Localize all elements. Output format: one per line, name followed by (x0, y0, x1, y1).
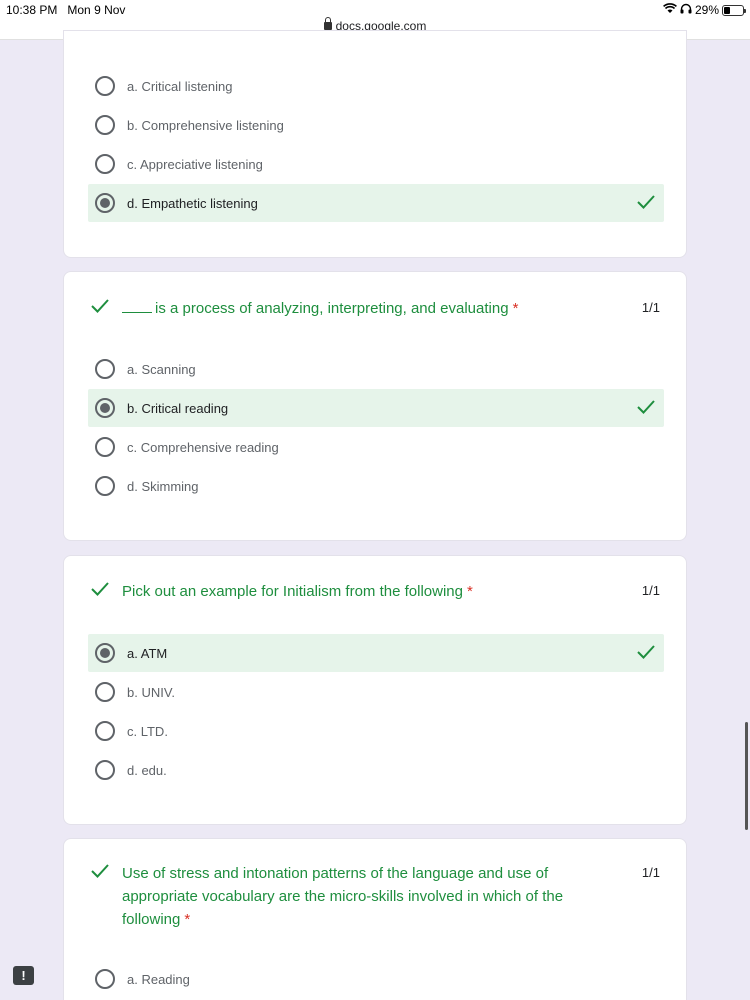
battery-icon (722, 4, 746, 16)
option-label: a. Reading (127, 971, 190, 987)
option-row[interactable]: c. LTD. (88, 712, 664, 750)
question-card: Use of stress and intonation patterns of… (63, 838, 687, 1000)
question-title: Use of stress and intonation patterns of… (122, 865, 564, 928)
option-row-correct[interactable]: a. ATM (88, 634, 664, 672)
option-row-correct[interactable]: d. Empathetic listening (88, 184, 664, 222)
option-label: c. Comprehensive reading (127, 439, 279, 455)
checkmark-icon (636, 398, 656, 421)
radio-button[interactable] (95, 359, 115, 379)
option-label: a. ATM (127, 645, 168, 661)
option-row[interactable]: b. UNIV. (88, 673, 664, 711)
option-label: a. Critical listening (127, 78, 233, 94)
scrollbar[interactable] (745, 722, 748, 830)
question-score: 1/1 (641, 300, 660, 315)
checkmark-icon (636, 193, 656, 216)
option-label: d. Empathetic listening (127, 195, 258, 211)
checkmark-icon (90, 580, 110, 603)
question-card: a. Critical listening b. Comprehensive l… (63, 30, 687, 258)
wifi-icon (663, 3, 677, 17)
radio-button[interactable] (95, 76, 115, 96)
option-row[interactable]: c. Appreciative listening (88, 145, 664, 183)
lock-icon (323, 17, 332, 30)
status-indicators: 29% (663, 3, 746, 17)
option-row-correct[interactable]: b. Critical reading (88, 389, 664, 427)
required-asterisk: * (512, 300, 519, 317)
feedback-button[interactable]: ! (13, 966, 34, 985)
option-label: b. Critical reading (127, 400, 229, 416)
option-row[interactable]: b. Comprehensive listening (88, 106, 664, 144)
radio-button[interactable] (95, 682, 115, 702)
option-row[interactable]: c. Comprehensive reading (88, 428, 664, 466)
radio-button[interactable] (95, 969, 115, 989)
radio-button[interactable] (95, 476, 115, 496)
question-title: Pick out an example for Initialism from … (122, 583, 473, 600)
radio-button-selected[interactable] (95, 193, 115, 213)
radio-button-selected[interactable] (95, 643, 115, 663)
question-header: Pick out an example for Initialism from … (90, 580, 660, 603)
radio-button[interactable] (95, 154, 115, 174)
option-row[interactable]: d. Skimming (88, 467, 664, 505)
radio-button[interactable] (95, 115, 115, 135)
question-score: 1/1 (641, 865, 660, 880)
radio-button[interactable] (95, 760, 115, 780)
option-label: a. Scanning (127, 361, 196, 377)
radio-button[interactable] (95, 437, 115, 457)
question-card: Pick out an example for Initialism from … (63, 555, 687, 825)
option-row[interactable]: a. Critical listening (88, 67, 664, 105)
question-card: is a process of analyzing, interpreting,… (63, 271, 687, 541)
battery-percent: 29% (694, 3, 719, 17)
question-header: is a process of analyzing, interpreting,… (90, 297, 660, 320)
option-label: b. UNIV. (127, 684, 175, 700)
option-row[interactable]: a. Reading (88, 960, 664, 998)
checkmark-icon (90, 297, 110, 320)
option-label: c. LTD. (127, 723, 168, 739)
checkmark-icon (90, 862, 110, 931)
question-title: is a process of analyzing, interpreting,… (122, 297, 620, 320)
option-label: c. Appreciative listening (127, 156, 263, 172)
radio-button-selected[interactable] (95, 398, 115, 418)
required-asterisk: * (184, 911, 191, 928)
question-header: Use of stress and intonation patterns of… (90, 862, 660, 931)
option-label: b. Comprehensive listening (127, 117, 284, 133)
radio-button[interactable] (95, 721, 115, 741)
option-label: d. Skimming (127, 478, 199, 494)
question-score: 1/1 (641, 583, 660, 598)
option-label: d. edu. (127, 762, 167, 778)
status-time: 10:38 PM Mon 9 Nov (6, 3, 126, 17)
headphones-icon (680, 3, 692, 17)
option-row[interactable]: a. Scanning (88, 350, 664, 388)
option-row[interactable]: d. edu. (88, 751, 664, 789)
checkmark-icon (636, 643, 656, 666)
blank-line (122, 299, 152, 313)
status-date: Mon 9 Nov (67, 3, 126, 17)
required-asterisk: * (466, 583, 473, 600)
